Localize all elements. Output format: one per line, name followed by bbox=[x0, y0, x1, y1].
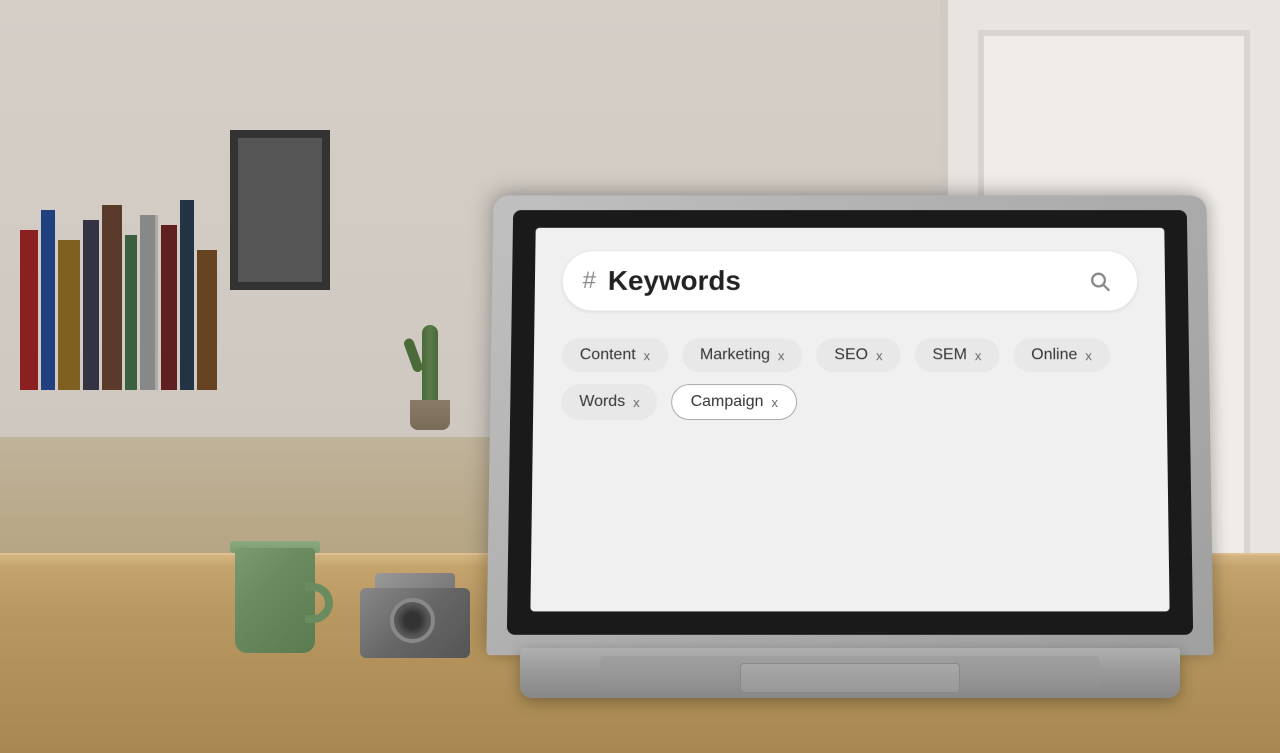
tag-campaign[interactable]: Campaign x bbox=[671, 384, 797, 420]
tag-label: Marketing bbox=[700, 346, 770, 364]
tag-label: Content bbox=[580, 346, 636, 364]
tag-remove[interactable]: x bbox=[771, 395, 778, 410]
search-icon[interactable] bbox=[1081, 263, 1117, 299]
tag-sem[interactable]: SEM x bbox=[914, 338, 999, 372]
cactus bbox=[400, 280, 460, 430]
book bbox=[180, 200, 194, 390]
mug-body bbox=[235, 548, 315, 653]
cactus-arm bbox=[403, 337, 424, 373]
tag-label: Campaign bbox=[691, 393, 764, 411]
cactus-pot bbox=[410, 400, 450, 430]
book bbox=[140, 215, 158, 390]
mug bbox=[220, 523, 330, 653]
cactus-body bbox=[422, 325, 438, 405]
camera-body bbox=[360, 588, 470, 658]
book bbox=[58, 240, 80, 390]
laptop-touchpad bbox=[740, 663, 960, 693]
mug-handle bbox=[305, 583, 333, 623]
tag-label: Online bbox=[1031, 346, 1077, 364]
laptop: # Keywords Content x bbox=[490, 198, 1210, 698]
book bbox=[102, 205, 122, 390]
hash-symbol: # bbox=[583, 267, 597, 295]
tags-area: Content x Marketing x SEO x SEM x bbox=[561, 338, 1139, 420]
tag-label: SEM bbox=[932, 346, 967, 364]
book bbox=[41, 210, 55, 390]
tag-remove[interactable]: x bbox=[975, 348, 982, 363]
laptop-lid: # Keywords Content x bbox=[486, 195, 1213, 655]
bookshelf bbox=[20, 150, 240, 390]
tag-remove[interactable]: x bbox=[644, 348, 651, 363]
tag-label: Words bbox=[579, 393, 625, 411]
tag-content[interactable]: Content x bbox=[562, 338, 669, 372]
tag-remove[interactable]: x bbox=[778, 348, 785, 363]
tag-marketing[interactable]: Marketing x bbox=[682, 338, 803, 372]
book bbox=[20, 230, 38, 390]
tag-words[interactable]: Words x bbox=[561, 384, 658, 420]
book bbox=[83, 220, 99, 390]
book bbox=[197, 250, 217, 390]
tag-remove[interactable]: x bbox=[633, 395, 640, 410]
book bbox=[161, 225, 177, 390]
search-keywords-label: Keywords bbox=[608, 265, 1082, 297]
search-bar[interactable]: # Keywords bbox=[562, 251, 1137, 310]
tag-seo[interactable]: SEO x bbox=[816, 338, 900, 372]
picture-frame bbox=[230, 130, 330, 290]
tag-label: SEO bbox=[834, 346, 868, 364]
book bbox=[125, 235, 137, 390]
tag-online[interactable]: Online x bbox=[1013, 338, 1110, 372]
laptop-base bbox=[520, 648, 1180, 698]
screen-bezel: # Keywords Content x bbox=[507, 210, 1193, 635]
camera bbox=[360, 568, 480, 658]
tag-remove[interactable]: x bbox=[1085, 348, 1092, 363]
camera-lens bbox=[390, 598, 435, 643]
screen-content: # Keywords Content x bbox=[530, 228, 1169, 612]
tag-remove[interactable]: x bbox=[876, 348, 882, 363]
